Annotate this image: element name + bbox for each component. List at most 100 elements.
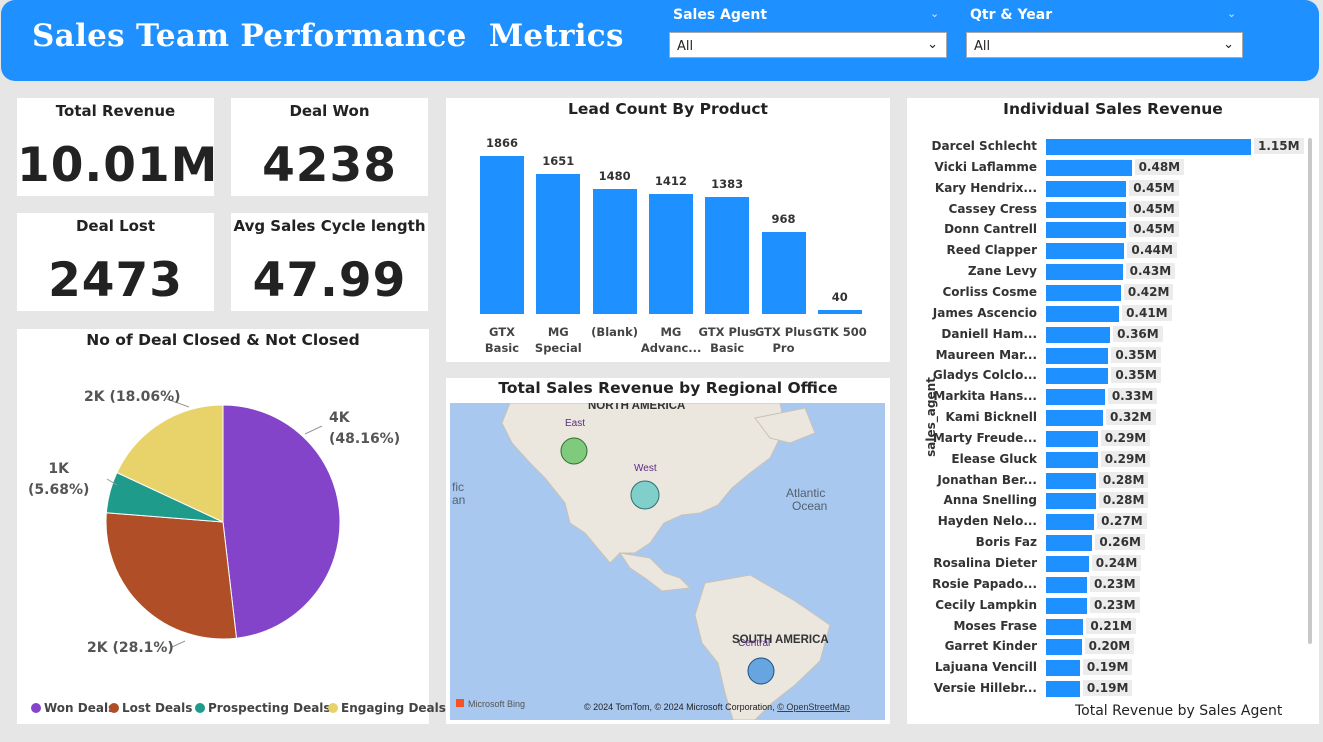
- agent-name: Corliss Cosme: [942, 284, 1038, 299]
- category-label: GTX Plus Basic: [697, 324, 757, 356]
- chart-title: Total Sales Revenue by Regional Office: [498, 379, 838, 397]
- map-label-ocean: Ocean: [792, 499, 827, 513]
- kpi-card-total-revenue[interactable]: Total Revenue 10.01M: [17, 98, 217, 196]
- kpi-card-avg-sales-cycle[interactable]: Avg Sales Cycle length 47.99: [231, 213, 428, 311]
- bar-6[interactable]: [817, 310, 862, 314]
- map-bubble-east[interactable]: [560, 437, 588, 465]
- agent-name: Marty Freude...: [932, 430, 1037, 445]
- data-label: 0.33M: [1107, 388, 1158, 405]
- map-osm-link[interactable]: © OpenStreetMap: [777, 702, 850, 712]
- agent-bar[interactable]: [1046, 264, 1123, 281]
- bar-2[interactable]: [592, 188, 637, 314]
- agent-bar[interactable]: [1046, 368, 1109, 385]
- map-bubble-central[interactable]: [747, 657, 775, 685]
- agent-bar[interactable]: [1046, 180, 1127, 197]
- agent-bar[interactable]: [1046, 451, 1098, 468]
- pie-label-won-value: 4K: [329, 410, 350, 426]
- agent-bar[interactable]: [1046, 222, 1127, 239]
- lead-count-chart[interactable]: Lead Count By Product 1866 GTX Basic 1651 M…: [446, 98, 890, 362]
- category-label-line: Basic: [710, 341, 745, 355]
- agent-name: Hayden Nelo...: [937, 514, 1037, 529]
- kpi-card-deal-won[interactable]: Deal Won 4238: [231, 98, 428, 196]
- agent-bar[interactable]: [1046, 493, 1096, 510]
- agent-bar[interactable]: [1046, 514, 1095, 531]
- agent-bar[interactable]: [1046, 576, 1087, 593]
- agent-bar[interactable]: [1046, 284, 1121, 301]
- kpi-value: 4238: [262, 138, 397, 193]
- data-label: 1866: [485, 136, 518, 150]
- category-label: (Blank): [585, 324, 645, 340]
- category-label-line: Special: [534, 341, 582, 355]
- agent-bar[interactable]: [1046, 681, 1080, 698]
- individual-sales-revenue-chart[interactable]: Individual Sales Revenue sales_agent Tot…: [907, 98, 1319, 724]
- pie-label-prospecting-percent: (5.68%): [28, 482, 90, 498]
- category-label-line: GTX Basic: [484, 325, 520, 355]
- agent-name: Daniell Ham...: [941, 326, 1037, 341]
- agent-bar[interactable]: [1046, 660, 1080, 677]
- data-label: 968: [771, 212, 796, 227]
- bar-3[interactable]: [648, 194, 693, 314]
- regional-map-card[interactable]: Total Sales Revenue by Regional Office N…: [446, 378, 890, 724]
- kpi-card-deal-lost[interactable]: Deal Lost 2473: [17, 213, 214, 311]
- category-label: GTX Basic: [472, 324, 532, 356]
- agent-bar[interactable]: [1046, 243, 1125, 260]
- data-label: 0.20M: [1084, 638, 1135, 655]
- chart-title: Individual Sales Revenue: [1003, 100, 1223, 118]
- bar-0[interactable]: [480, 156, 524, 314]
- agent-bar[interactable]: [1046, 159, 1132, 176]
- category-label-line: GTK 500: [812, 325, 867, 339]
- agent-name: Versie Hillebr...: [933, 681, 1037, 696]
- data-label: 0.24M: [1091, 555, 1142, 571]
- data-label: 0.27M: [1097, 513, 1147, 530]
- bar-5[interactable]: [761, 232, 806, 314]
- agent-bar[interactable]: [1046, 201, 1127, 218]
- agent-bar[interactable]: [1046, 556, 1089, 572]
- slicer-qtr-year-dropdown[interactable]: All ⌄: [966, 32, 1243, 58]
- bar-4[interactable]: [705, 196, 750, 314]
- kpi-value: 2473: [48, 253, 183, 308]
- data-label: 0.19M: [1082, 680, 1133, 697]
- chart-title: Lead Count By Product: [568, 100, 768, 118]
- legend-dot-icon: [328, 703, 338, 713]
- agent-bar[interactable]: [1046, 305, 1120, 322]
- kpi-title: Deal Lost: [75, 217, 156, 235]
- agent-bar[interactable]: [1046, 597, 1087, 614]
- chevron-down-icon[interactable]: ⌄: [930, 7, 939, 20]
- agent-bar[interactable]: [1046, 410, 1104, 427]
- agent-bar[interactable]: [1046, 639, 1082, 656]
- agent-name: Kary Hendrix...: [934, 180, 1037, 195]
- data-label: 1412: [654, 174, 687, 189]
- slicer-sales-agent-label: Sales Agent: [673, 7, 768, 23]
- slicer-sales-agent-dropdown[interactable]: All ⌄: [669, 32, 947, 58]
- agent-name: Anna Snelling: [943, 493, 1037, 508]
- agent-bar[interactable]: [1046, 326, 1111, 343]
- map-bubble-west[interactable]: [630, 480, 660, 510]
- agent-bar[interactable]: [1046, 389, 1105, 406]
- chevron-down-icon[interactable]: ⌄: [1227, 7, 1236, 20]
- agent-bar[interactable]: [1046, 139, 1251, 155]
- category-label-line: (Blank): [591, 325, 638, 339]
- data-label: 1480: [598, 168, 631, 183]
- agent-bar[interactable]: [1046, 347, 1109, 364]
- slicer-sales-agent-value: All: [677, 39, 694, 54]
- data-label: 0.28M: [1098, 492, 1149, 509]
- agent-bar[interactable]: [1046, 535, 1093, 552]
- map-canvas[interactable]: NORTH AMERICA SOUTH AMERICA Atlantic Oce…: [450, 403, 885, 720]
- agent-name: Elease Gluck: [951, 451, 1037, 466]
- agent-name: Reed Clapper: [946, 243, 1037, 258]
- pie-slice-won-deals[interactable]: [222, 404, 341, 639]
- data-label: 0.26M: [1095, 534, 1145, 551]
- slicer-qtr-year-value: All: [974, 39, 991, 54]
- legend-label: Engaging Deals: [341, 701, 446, 715]
- bar-1[interactable]: [536, 174, 581, 314]
- agent-bar[interactable]: [1046, 472, 1096, 489]
- scrollbar[interactable]: [1308, 138, 1312, 644]
- pie-label-lost: 2K (28.1%): [87, 640, 174, 656]
- agent-bar[interactable]: [1046, 430, 1098, 447]
- pie-slice-lost-deals[interactable]: [105, 512, 238, 640]
- agent-bar[interactable]: [1046, 618, 1084, 635]
- agent-name: Vicki Laflamme: [934, 159, 1037, 174]
- agent-name: Zane Levy: [967, 264, 1037, 279]
- chevron-down-icon: ⌄: [1223, 37, 1234, 52]
- deal-pie-chart[interactable]: No of Deal Closed & Not Closed 4K (48.16…: [17, 329, 446, 724]
